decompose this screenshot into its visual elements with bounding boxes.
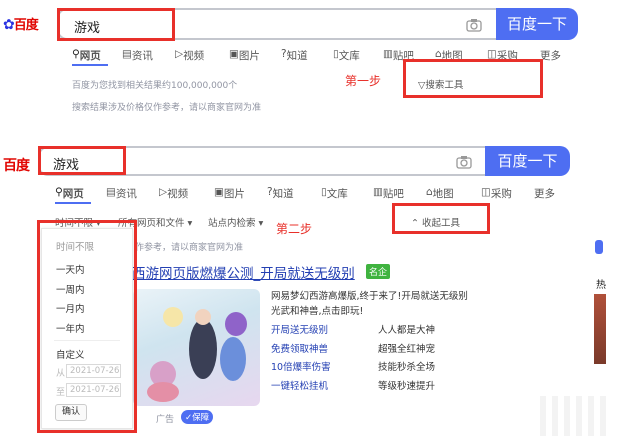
tab-video[interactable]: ▷ 视频 xyxy=(159,186,188,200)
tab-wenku[interactable]: ▯ 文库 xyxy=(321,186,348,200)
side-panel-icon xyxy=(595,240,603,254)
feature-text-2: 超强全红神宠 xyxy=(378,344,436,355)
tab-tieba[interactable]: ▥ 贴吧 xyxy=(373,186,404,200)
tab-wenku[interactable]: ▯ 文库 xyxy=(333,48,360,62)
active-tab-indicator xyxy=(55,202,91,204)
ad-label: 广告 xyxy=(156,415,175,425)
search-box[interactable]: 游戏 xyxy=(38,146,485,176)
option-one-week[interactable]: 一周内 xyxy=(56,282,85,296)
tab-image[interactable]: ▣ 图片 xyxy=(214,186,245,200)
camera-icon[interactable] xyxy=(456,154,472,173)
sub-link-3[interactable]: 10倍爆率伤害 xyxy=(271,359,331,373)
paw-icon: ✿ xyxy=(3,17,15,33)
file-type-filter[interactable]: 所有网页和文件 ▾ xyxy=(118,215,192,229)
tab-video[interactable]: ▷ 视频 xyxy=(175,48,204,62)
tab-map[interactable]: ⌂ 地图 xyxy=(435,48,463,62)
tab-news[interactable]: ▤ 资讯 xyxy=(122,48,153,62)
step-two-label: 第二步 xyxy=(276,222,313,236)
result-title-link[interactable]: 西游网页版燃爆公测_开局就送无级别 xyxy=(132,262,355,282)
chevron-up-icon: ⌃ xyxy=(411,218,419,229)
option-one-month[interactable]: 一月内 xyxy=(56,301,85,315)
tab-purchase[interactable]: ◫ 采购 xyxy=(487,48,518,62)
feature-text-3: 技能秒杀全场 xyxy=(378,362,436,373)
custom-range-label: 自定义 xyxy=(56,350,85,361)
side-hot-label: 热 xyxy=(596,280,606,291)
sub-link-2[interactable]: 免费领取神兽 xyxy=(271,341,328,355)
price-notice: 作参考，请以商家官网为准 xyxy=(135,243,244,253)
from-date-input[interactable]: 2021-07-26 xyxy=(66,364,121,378)
time-filter-dropdown: 时间不限 一天内 一周内 一月内 一年内 自定义 从 2021-07-26 至 … xyxy=(41,228,133,429)
guarantee-badge: ✓保障 xyxy=(181,410,214,424)
search-tools-button[interactable]: ▽搜索工具 xyxy=(418,77,463,91)
site-search-filter[interactable]: 站点内检索 ▾ xyxy=(208,215,263,229)
search-input[interactable]: 游戏 xyxy=(53,154,79,173)
tab-web[interactable]: ⚲ 网页 xyxy=(55,186,84,200)
brand-badge: 名企 xyxy=(366,264,391,279)
result-count: 百度为您找到相关结果约100,000,000个 xyxy=(72,81,238,91)
option-one-day[interactable]: 一天内 xyxy=(56,262,85,276)
baidu-logo[interactable]: 百度 xyxy=(3,155,30,175)
price-notice: 搜索结果涉及价格仅作参考，请以商家官网为准 xyxy=(72,103,262,113)
result-description-line1: 网易梦幻西游高爆版,终于来了!开局就送无级别 xyxy=(271,291,468,302)
step-one-label: 第一步 xyxy=(345,74,382,88)
tab-map[interactable]: ⌂ 地图 xyxy=(426,186,454,200)
tab-news[interactable]: ▤ 资讯 xyxy=(106,186,137,200)
side-thumbnail[interactable] xyxy=(594,294,606,364)
search-button[interactable]: 百度一下 xyxy=(496,8,578,40)
option-one-year[interactable]: 一年内 xyxy=(56,321,85,335)
divider xyxy=(54,340,120,341)
confirm-button[interactable]: 确认 xyxy=(55,404,87,421)
search-box[interactable]: 游戏 xyxy=(57,8,496,40)
tab-zhidao[interactable]: ? 知道 xyxy=(267,186,294,200)
collapse-tools-button[interactable]: ⌃ 收起工具 xyxy=(411,215,460,229)
blurred-watermark xyxy=(540,396,610,436)
time-filter[interactable]: 时间不限 ▾ xyxy=(55,215,101,229)
sub-link-4[interactable]: 一键轻松挂机 xyxy=(271,378,328,392)
option-any-time[interactable]: 时间不限 xyxy=(56,239,94,253)
from-label: 从 xyxy=(56,369,66,379)
tab-image[interactable]: ▣ 图片 xyxy=(229,48,260,62)
feature-text-4: 等级秒速提升 xyxy=(378,381,436,392)
tab-purchase[interactable]: ◫ 采购 xyxy=(481,186,512,200)
baidu-logo[interactable]: ✿百度 xyxy=(3,14,39,33)
feature-text-1: 人人都是大神 xyxy=(378,325,436,336)
camera-icon[interactable] xyxy=(466,17,482,36)
result-description-line2: 光武和神兽,点击即玩! xyxy=(271,306,364,317)
to-label: 至 xyxy=(56,388,66,398)
tab-web[interactable]: ⚲ 网页 xyxy=(72,48,101,62)
search-input[interactable]: 游戏 xyxy=(74,17,100,36)
active-tab-indicator xyxy=(72,64,108,66)
game-ad-image[interactable] xyxy=(133,289,260,406)
tab-tieba[interactable]: ▥ 贴吧 xyxy=(383,48,414,62)
tab-zhidao[interactable]: ? 知道 xyxy=(281,48,308,62)
to-date-input[interactable]: 2021-07-26 xyxy=(66,383,121,397)
sub-link-1[interactable]: 开局送无级别 xyxy=(271,322,328,336)
search-button[interactable]: 百度一下 xyxy=(485,146,570,176)
